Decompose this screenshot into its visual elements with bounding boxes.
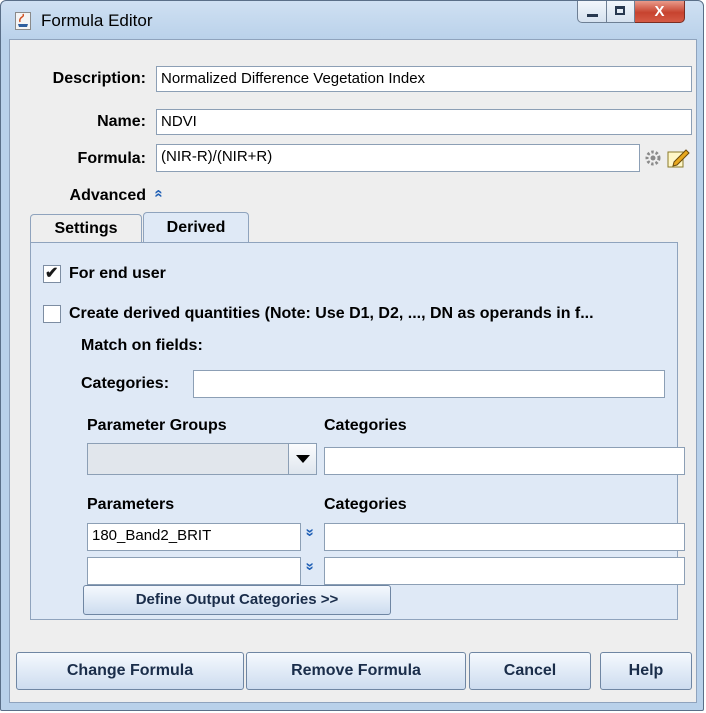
parameter-groups-header: Parameter Groups xyxy=(87,417,227,434)
name-label: Name: xyxy=(97,113,146,130)
formula-field[interactable]: (NIR-R)/(NIR+R) xyxy=(156,144,640,172)
tab-derived[interactable]: Derived xyxy=(143,212,249,243)
parameter-field[interactable] xyxy=(87,557,301,585)
checkmark-icon: ✔ xyxy=(45,265,59,282)
formula-label: Formula: xyxy=(77,150,146,167)
description-field[interactable]: Normalized Difference Vegetation Index xyxy=(156,66,692,92)
formula-editor-window: Formula Editor X Description: Normalized… xyxy=(0,0,704,711)
for-end-user-label: For end user xyxy=(69,265,166,282)
remove-formula-button[interactable]: Remove Formula xyxy=(246,652,466,690)
minimize-button[interactable] xyxy=(577,1,607,23)
close-button[interactable]: X xyxy=(635,1,685,23)
maximize-icon xyxy=(615,6,625,15)
tab-settings[interactable]: Settings xyxy=(30,214,142,242)
gear-icon[interactable] xyxy=(643,148,663,173)
window-title: Formula Editor xyxy=(41,11,153,30)
categories-field[interactable] xyxy=(193,370,665,398)
chevron-down-icon[interactable] xyxy=(288,444,316,474)
create-derived-label: Create derived quantities (Note: Use D1,… xyxy=(69,305,594,322)
help-button[interactable]: Help xyxy=(600,652,692,690)
create-derived-checkbox[interactable] xyxy=(43,305,61,323)
advanced-collapse-icon[interactable]: « xyxy=(151,189,168,197)
parameter-groups-categories-header: Categories xyxy=(324,417,407,434)
java-app-icon xyxy=(15,12,31,30)
derived-tab-panel: ✔ For end user Create derived quantities… xyxy=(30,242,685,620)
name-field[interactable]: NDVI xyxy=(156,109,692,135)
dialog-content: Description: Normalized Difference Veget… xyxy=(9,39,697,703)
parameter-categories-field[interactable] xyxy=(324,557,685,585)
parameter-categories-field[interactable] xyxy=(324,523,685,551)
title-bar[interactable]: Formula Editor X xyxy=(1,1,703,39)
parameter-groups-categories-field[interactable] xyxy=(324,447,685,475)
advanced-label: Advanced xyxy=(69,187,146,204)
parameter-field[interactable]: 180_Band2_BRIT xyxy=(87,523,301,551)
match-on-fields-label: Match on fields: xyxy=(81,337,203,354)
maximize-button[interactable] xyxy=(607,1,635,23)
description-label: Description: xyxy=(52,70,146,87)
cancel-button[interactable]: Cancel xyxy=(469,652,591,690)
change-formula-button[interactable]: Change Formula xyxy=(16,652,244,690)
expand-parameter-icon[interactable]: « xyxy=(301,562,318,570)
for-end-user-checkbox[interactable]: ✔ xyxy=(43,265,61,283)
define-output-categories-button[interactable]: Define Output Categories >> xyxy=(83,585,391,615)
minimize-icon xyxy=(587,14,598,17)
close-icon: X xyxy=(654,3,665,20)
edit-icon[interactable] xyxy=(666,146,690,175)
expand-parameter-icon[interactable]: « xyxy=(301,528,318,536)
parameter-groups-combo[interactable] xyxy=(87,443,317,475)
parameters-categories-header: Categories xyxy=(324,496,407,513)
parameters-header: Parameters xyxy=(87,496,175,513)
categories-label: Categories: xyxy=(81,375,170,392)
